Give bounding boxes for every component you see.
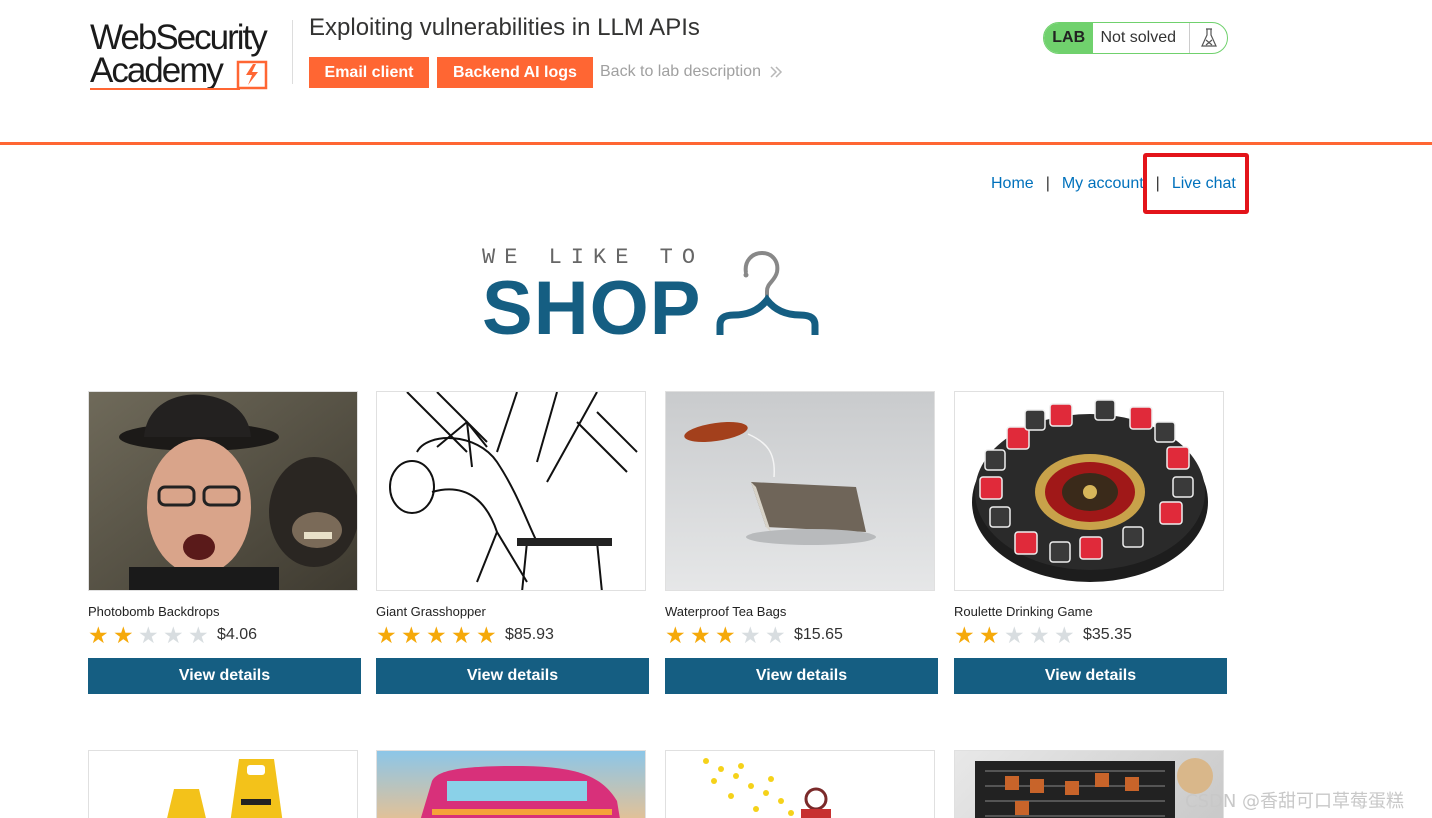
star-filled-icon: ★ bbox=[476, 622, 497, 648]
back-to-lab-description-link[interactable]: Back to lab description bbox=[600, 63, 783, 81]
logo-line1: WebSecurity bbox=[90, 18, 268, 57]
logo-bolt-icon bbox=[236, 60, 268, 90]
product-image-waterproof-tea-bags[interactable] bbox=[665, 391, 935, 591]
product-card: Waterproof Tea Bags ★ ★ ★ ★ ★ $15.65 Vie… bbox=[665, 391, 938, 694]
star-empty-icon: ★ bbox=[188, 622, 209, 648]
flask-icon bbox=[1189, 23, 1227, 53]
star-empty-icon: ★ bbox=[740, 622, 761, 648]
logo-line2: Academy bbox=[90, 51, 224, 90]
live-chat-highlight-box bbox=[1143, 153, 1249, 214]
banner-title: SHOP bbox=[482, 266, 702, 351]
star-filled-icon: ★ bbox=[954, 622, 975, 648]
product-image-giant-grasshopper[interactable] bbox=[376, 391, 646, 591]
lab-status-text: Not solved bbox=[1100, 29, 1177, 46]
lab-status-widget: LAB Not solved bbox=[1043, 22, 1228, 54]
lab-badge: LAB bbox=[1044, 23, 1094, 53]
star-filled-icon: ★ bbox=[401, 622, 422, 648]
rating-row: ★ ★ ★ ★ ★ $85.93 bbox=[376, 622, 649, 648]
product-price: $4.06 bbox=[217, 626, 258, 643]
nav-separator: | bbox=[1045, 175, 1050, 192]
product-card: Giant Grasshopper ★ ★ ★ ★ ★ $85.93 View … bbox=[376, 391, 649, 694]
product-name: Roulette Drinking Game bbox=[954, 604, 1093, 619]
rating-row: ★ ★ ★ ★ ★ $35.35 bbox=[954, 622, 1227, 648]
product-price: $35.35 bbox=[1083, 626, 1132, 643]
product-image-roulette-drinking-game[interactable] bbox=[954, 391, 1224, 591]
email-client-button[interactable]: Email client bbox=[309, 57, 429, 88]
product-price: $85.93 bbox=[505, 626, 554, 643]
product-image-partial[interactable] bbox=[88, 750, 358, 818]
view-details-button[interactable]: View details bbox=[665, 658, 938, 694]
product-card: Roulette Drinking Game ★ ★ ★ ★ ★ $35.35 … bbox=[954, 391, 1227, 694]
watermark: CSDN @香甜可口草莓蛋糕 bbox=[1185, 791, 1405, 812]
star-filled-icon: ★ bbox=[376, 622, 397, 648]
view-details-button[interactable]: View details bbox=[376, 658, 649, 694]
rating-row: ★ ★ ★ ★ ★ $4.06 bbox=[88, 622, 361, 648]
back-link-label: Back to lab description bbox=[600, 63, 761, 80]
star-empty-icon: ★ bbox=[163, 622, 184, 648]
star-empty-icon: ★ bbox=[1004, 622, 1025, 648]
star-empty-icon: ★ bbox=[138, 622, 159, 648]
star-empty-icon: ★ bbox=[765, 622, 786, 648]
view-details-button[interactable]: View details bbox=[954, 658, 1227, 694]
nav-home-link[interactable]: Home bbox=[991, 175, 1034, 193]
web-security-academy-logo[interactable]: WebSecurity Academy bbox=[90, 18, 290, 94]
backend-ai-logs-button[interactable]: Backend AI logs bbox=[437, 57, 593, 88]
star-filled-icon: ★ bbox=[113, 622, 134, 648]
product-name: Photobomb Backdrops bbox=[88, 604, 220, 619]
product-image-photobomb-backdrops[interactable] bbox=[88, 391, 358, 591]
star-filled-icon: ★ bbox=[665, 622, 686, 648]
star-filled-icon: ★ bbox=[88, 622, 109, 648]
product-price: $15.65 bbox=[794, 626, 843, 643]
hanger-icon bbox=[716, 250, 819, 335]
star-filled-icon: ★ bbox=[451, 622, 472, 648]
product-name: Giant Grasshopper bbox=[376, 604, 486, 619]
star-empty-icon: ★ bbox=[1054, 622, 1075, 648]
star-filled-icon: ★ bbox=[979, 622, 1000, 648]
product-name: Waterproof Tea Bags bbox=[665, 604, 787, 619]
shop-banner: WE LIKE TO SHOP bbox=[482, 243, 842, 351]
nav-my-account-link[interactable]: My account bbox=[1062, 175, 1144, 193]
academy-header: WebSecurity Academy Exploiting vulnerabi… bbox=[0, 0, 1432, 145]
star-filled-icon: ★ bbox=[715, 622, 736, 648]
lab-title: Exploiting vulnerabilities in LLM APIs bbox=[309, 14, 700, 41]
star-filled-icon: ★ bbox=[426, 622, 447, 648]
rating-row: ★ ★ ★ ★ ★ $15.65 bbox=[665, 622, 938, 648]
logo-underline bbox=[90, 88, 240, 90]
product-card: Photobomb Backdrops ★ ★ ★ ★ ★ $4.06 View… bbox=[88, 391, 361, 694]
star-filled-icon: ★ bbox=[690, 622, 711, 648]
product-image-partial[interactable] bbox=[665, 750, 935, 818]
product-image-partial[interactable] bbox=[954, 750, 1224, 818]
view-details-button[interactable]: View details bbox=[88, 658, 361, 694]
double-chevron-right-icon bbox=[770, 66, 783, 78]
star-empty-icon: ★ bbox=[1029, 622, 1050, 648]
product-image-partial[interactable] bbox=[376, 750, 646, 818]
header-divider bbox=[292, 20, 293, 84]
